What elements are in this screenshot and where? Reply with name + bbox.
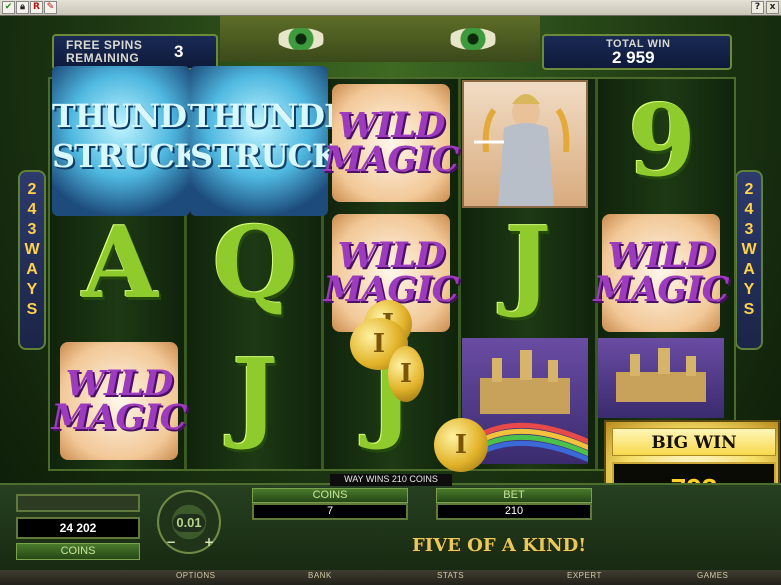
ways-char: A [743, 261, 755, 278]
five-of-a-kind-text: FIVE OF A KIND! [412, 535, 587, 556]
total-win-banner: TOTAL WIN 2 959 [542, 34, 732, 70]
symbol-j: J [231, 338, 279, 453]
wild-line1: WILD [65, 363, 174, 404]
ways-panel-left: 2 4 3 W A Y S [18, 170, 46, 350]
symbol-9: 9 [627, 84, 697, 199]
balance-display: 24 202 [16, 517, 140, 539]
thunderstruck-symbol: THUNDER STRUCK [190, 66, 374, 216]
record-icon[interactable]: R [30, 1, 43, 14]
ways-char: A [26, 261, 38, 278]
close-icon[interactable]: x [766, 1, 779, 14]
right-eye-art [448, 28, 498, 50]
ways-char: 4 [744, 201, 754, 218]
way-wins-message: WAY WINS 210 COINS [330, 474, 452, 486]
symbol-q: Q [212, 206, 298, 321]
free-spins-label-line2: REMAINING [66, 51, 140, 65]
ways-char: Y [743, 281, 755, 298]
plus-icon[interactable]: + [203, 536, 215, 548]
games-menu[interactable]: GAMES [697, 571, 728, 580]
thunderstruck-line1: THUNDER [52, 97, 236, 135]
gold-coin: I [434, 418, 488, 472]
thunderstruck-line2: STRUCK [52, 137, 202, 175]
thunderstruck-line1: THUNDER [190, 97, 374, 135]
ways-char: 4 [27, 201, 37, 218]
ways-panel-right: 2 4 3 W A Y S [735, 170, 763, 350]
wild-line2: MAGIC [51, 397, 187, 438]
wild-line1: WILD [607, 235, 716, 276]
thunderstruck-line2: STRUCK [190, 137, 340, 175]
ways-char: 3 [27, 221, 37, 238]
gold-coin: I [388, 346, 424, 402]
left-eye-art [276, 28, 326, 50]
valkyrie-art [474, 94, 570, 206]
status-bar: OPTIONS BANK STATS EXPERT GAMES [0, 570, 781, 585]
coin-size-value: 0.01 [173, 514, 205, 532]
big-win-title: BIG WIN [612, 428, 776, 456]
ways-char: W [741, 241, 757, 258]
wild-line1: WILD [337, 235, 446, 276]
ways-char: S [743, 301, 755, 318]
help-icon[interactable]: ? [751, 1, 764, 14]
bet-label: BET [436, 488, 592, 503]
bank-menu[interactable]: BANK [308, 571, 332, 580]
free-spins-value: 3 [174, 42, 184, 61]
ways-char: 3 [744, 221, 754, 238]
coins-value[interactable]: 7 [252, 503, 408, 520]
coins-label: COINS [252, 488, 408, 503]
coin-size-dial[interactable]: 0.01 − + [157, 490, 221, 554]
valkyrie-symbol [462, 80, 588, 208]
wild-magic-symbol: WILD MAGIC [51, 342, 188, 460]
ways-char: 2 [744, 181, 754, 198]
symbol-a: A [81, 206, 159, 321]
asgard-castle-symbol [598, 338, 724, 418]
panel-blank-top [16, 494, 140, 512]
total-win-value: 2 959 [612, 48, 655, 67]
wild-magic-symbol: WILD MAGIC [593, 214, 730, 332]
ways-char: S [26, 301, 38, 318]
coins-mode-button[interactable]: COINS [16, 543, 140, 560]
options-menu[interactable]: OPTIONS [176, 571, 216, 580]
wild-magic-symbol: WILD MAGIC [323, 84, 460, 202]
bet-value[interactable]: 210 [436, 503, 592, 520]
expert-menu[interactable]: EXPERT [567, 571, 602, 580]
title-bar: ✔ 🔒︎ R ✎ ? x [0, 0, 781, 16]
free-spins-banner: FREE SPINS REMAINING 3 [52, 34, 218, 70]
check-icon[interactable]: ✔ [2, 1, 15, 14]
symbol-j: J [504, 206, 552, 321]
wild-line1: WILD [337, 105, 446, 146]
stats-menu[interactable]: STATS [437, 571, 464, 580]
ways-char: W [24, 241, 40, 258]
settings-icon[interactable]: ✎ [44, 1, 57, 14]
castle-art [616, 348, 706, 402]
minus-icon[interactable]: − [165, 536, 177, 548]
wild-line2: MAGIC [593, 269, 729, 310]
wild-line2: MAGIC [323, 139, 459, 180]
lock-icon[interactable]: 🔒︎ [16, 1, 29, 14]
ways-char: 2 [27, 181, 37, 198]
thunderstruck-symbol: THUNDER STRUCK [52, 66, 236, 216]
ways-char: Y [26, 281, 38, 298]
